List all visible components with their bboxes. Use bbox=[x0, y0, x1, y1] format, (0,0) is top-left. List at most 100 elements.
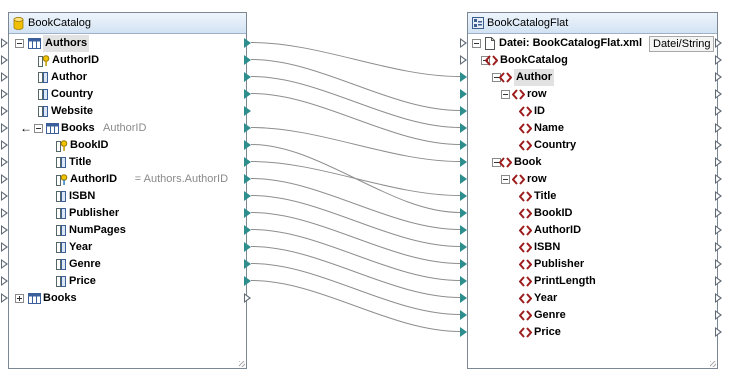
target-output-pin[interactable] bbox=[715, 207, 722, 218]
collapse-icon[interactable] bbox=[501, 175, 510, 184]
source-input-pin[interactable] bbox=[1, 139, 8, 150]
source-output-pin[interactable] bbox=[244, 37, 251, 48]
mapping-connection[interactable] bbox=[250, 59, 461, 111]
target-tree-item[interactable]: ISBN bbox=[468, 239, 715, 256]
target-tree-item[interactable]: Name bbox=[468, 120, 715, 137]
source-output-pin[interactable] bbox=[244, 224, 251, 235]
source-input-pin[interactable] bbox=[1, 190, 8, 201]
target-output-pin[interactable] bbox=[715, 224, 722, 235]
source-tree-item[interactable]: Title bbox=[9, 154, 244, 171]
target-tree-item[interactable]: row bbox=[468, 86, 715, 103]
target-output-pin[interactable] bbox=[715, 326, 722, 337]
source-component-bookcatalog[interactable]: BookCatalog Authors AuthorID Author Country… bbox=[8, 12, 247, 369]
mapping-connection[interactable] bbox=[250, 42, 461, 77]
target-tree-item[interactable]: Country bbox=[468, 137, 715, 154]
target-component-title-bar[interactable]: BookCatalogFlat bbox=[468, 13, 717, 34]
target-tree-item[interactable]: Book bbox=[468, 154, 715, 171]
source-output-pin[interactable] bbox=[244, 88, 251, 99]
target-tree-item[interactable]: Publisher bbox=[468, 256, 715, 273]
mapping-connection[interactable] bbox=[250, 246, 461, 298]
target-input-pin[interactable] bbox=[460, 190, 467, 201]
source-input-pin[interactable] bbox=[1, 241, 8, 252]
mapping-connection[interactable] bbox=[250, 212, 461, 264]
mapping-connection[interactable] bbox=[250, 76, 461, 128]
source-output-pin[interactable] bbox=[244, 173, 251, 184]
source-tree-item[interactable]: ISBN bbox=[9, 188, 244, 205]
source-output-pin[interactable] bbox=[244, 207, 251, 218]
target-tree-item[interactable]: Title bbox=[468, 188, 715, 205]
target-output-pin[interactable] bbox=[715, 275, 722, 286]
source-output-pin[interactable] bbox=[244, 190, 251, 201]
source-output-pin[interactable] bbox=[244, 139, 251, 150]
source-input-pin[interactable] bbox=[1, 54, 8, 65]
target-tree-item[interactable]: Price bbox=[468, 324, 715, 341]
mapping-connection[interactable] bbox=[250, 280, 461, 332]
mapping-connection[interactable] bbox=[250, 161, 461, 196]
source-input-pin[interactable] bbox=[1, 258, 8, 269]
target-output-pin[interactable] bbox=[715, 241, 722, 252]
source-input-pin[interactable] bbox=[1, 275, 8, 286]
source-tree-item[interactable]: Website bbox=[9, 103, 244, 120]
source-output-pin[interactable] bbox=[244, 258, 251, 269]
target-output-pin[interactable] bbox=[715, 173, 722, 184]
target-input-pin[interactable] bbox=[460, 156, 467, 167]
target-tree-item[interactable]: PrintLength bbox=[468, 273, 715, 290]
target-output-pin[interactable] bbox=[715, 258, 722, 269]
target-input-pin[interactable] bbox=[460, 241, 467, 252]
target-output-pin[interactable] bbox=[715, 190, 722, 201]
target-input-pin[interactable] bbox=[460, 275, 467, 286]
mapping-connection[interactable] bbox=[250, 263, 461, 315]
source-tree-item[interactable]: Country bbox=[9, 86, 244, 103]
source-output-pin[interactable] bbox=[244, 156, 251, 167]
source-tree-item[interactable]: Author bbox=[9, 69, 244, 86]
source-tree-item[interactable]: Year bbox=[9, 239, 244, 256]
target-input-pin[interactable] bbox=[460, 71, 467, 82]
target-tree-item[interactable]: ID bbox=[468, 103, 715, 120]
target-input-pin[interactable] bbox=[460, 326, 467, 337]
source-output-pin[interactable] bbox=[244, 241, 251, 252]
mapping-connection[interactable] bbox=[250, 195, 461, 247]
source-tree-item[interactable]: AuthorID bbox=[9, 52, 244, 69]
target-input-pin[interactable] bbox=[460, 122, 467, 133]
target-input-pin[interactable] bbox=[460, 37, 467, 48]
collapse-icon[interactable] bbox=[472, 39, 481, 48]
target-output-pin[interactable] bbox=[715, 156, 722, 167]
source-input-pin[interactable] bbox=[1, 122, 8, 133]
target-output-pin[interactable] bbox=[715, 122, 722, 133]
target-input-pin[interactable] bbox=[460, 173, 467, 184]
source-tree-item[interactable]: NumPages bbox=[9, 222, 244, 239]
collapse-icon[interactable] bbox=[15, 39, 24, 48]
target-input-pin[interactable] bbox=[460, 207, 467, 218]
mapping-connection[interactable] bbox=[250, 229, 461, 281]
source-output-pin[interactable] bbox=[244, 122, 251, 133]
collapse-icon[interactable] bbox=[34, 124, 43, 133]
source-input-pin[interactable] bbox=[1, 292, 8, 303]
resize-grip-icon[interactable] bbox=[239, 361, 245, 367]
mapping-connection[interactable] bbox=[250, 127, 461, 162]
target-input-pin[interactable] bbox=[460, 105, 467, 116]
target-output-pin[interactable] bbox=[715, 309, 722, 320]
target-tree-item[interactable]: Genre bbox=[468, 307, 715, 324]
target-output-pin[interactable] bbox=[715, 292, 722, 303]
file-string-button[interactable]: Datei/String bbox=[649, 36, 715, 52]
source-input-pin[interactable] bbox=[1, 37, 8, 48]
target-output-pin[interactable] bbox=[715, 105, 722, 116]
target-tree-item[interactable]: BookID bbox=[468, 205, 715, 222]
source-input-pin[interactable] bbox=[1, 88, 8, 99]
target-input-pin[interactable] bbox=[460, 88, 467, 99]
collapse-icon[interactable] bbox=[501, 90, 510, 99]
target-output-pin[interactable] bbox=[715, 88, 722, 99]
target-input-pin[interactable] bbox=[460, 54, 467, 65]
source-input-pin[interactable] bbox=[1, 71, 8, 82]
source-tree-item[interactable]: Authors bbox=[9, 35, 244, 52]
source-tree-item[interactable]: Genre bbox=[9, 256, 244, 273]
source-output-pin[interactable] bbox=[244, 275, 251, 286]
mapping-connection[interactable] bbox=[250, 178, 461, 230]
target-output-pin[interactable] bbox=[715, 37, 722, 48]
target-tree-item[interactable]: Author bbox=[468, 69, 715, 86]
target-output-pin[interactable] bbox=[715, 54, 722, 65]
mapping-connection[interactable] bbox=[250, 93, 461, 145]
source-tree-item[interactable]: ← Books AuthorID bbox=[9, 120, 244, 137]
source-component-title-bar[interactable]: BookCatalog bbox=[9, 13, 246, 34]
target-tree-item[interactable]: AuthorID bbox=[468, 222, 715, 239]
